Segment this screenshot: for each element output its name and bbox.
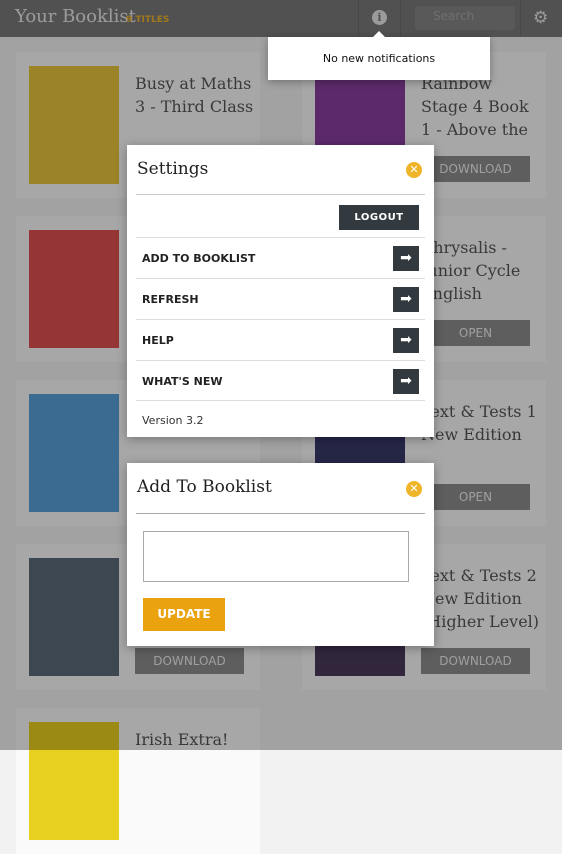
notifications-popover: No new notifications xyxy=(268,31,490,80)
item-label: HELP xyxy=(142,334,174,347)
logout-button[interactable]: LOGOUT xyxy=(339,205,419,230)
divider xyxy=(136,400,425,401)
settings-item-whats-new[interactable]: WHAT'S NEW ➡ xyxy=(136,360,425,401)
booklist-code-input[interactable] xyxy=(143,531,409,582)
settings-modal: Settings ✕ LOGOUT ADD TO BOOKLIST ➡ REFRE… xyxy=(127,145,434,437)
add-to-booklist-modal: Add To Booklist ✕ UPDATE xyxy=(127,463,434,646)
settings-item-help[interactable]: HELP ➡ xyxy=(136,319,425,360)
update-button[interactable]: UPDATE xyxy=(143,598,225,631)
divider xyxy=(136,513,425,514)
divider xyxy=(136,194,425,195)
version-text: Version 3.2 xyxy=(142,414,204,427)
arrow-right-icon[interactable]: ➡ xyxy=(393,328,419,353)
arrow-right-icon[interactable]: ➡ xyxy=(393,369,419,394)
close-icon[interactable]: ✕ xyxy=(406,162,422,178)
settings-title: Settings xyxy=(137,159,209,179)
notification-text: No new notifications xyxy=(322,52,436,65)
arrow-right-icon[interactable]: ➡ xyxy=(393,246,419,271)
item-label: ADD TO BOOKLIST xyxy=(142,252,256,265)
settings-item-refresh[interactable]: REFRESH ➡ xyxy=(136,278,425,319)
add-modal-title: Add To Booklist xyxy=(137,477,272,497)
item-label: WHAT'S NEW xyxy=(142,375,223,388)
close-icon[interactable]: ✕ xyxy=(406,481,422,497)
settings-item-add-to-booklist[interactable]: ADD TO BOOKLIST ➡ xyxy=(136,237,425,278)
item-label: REFRESH xyxy=(142,293,199,306)
arrow-right-icon[interactable]: ➡ xyxy=(393,287,419,312)
